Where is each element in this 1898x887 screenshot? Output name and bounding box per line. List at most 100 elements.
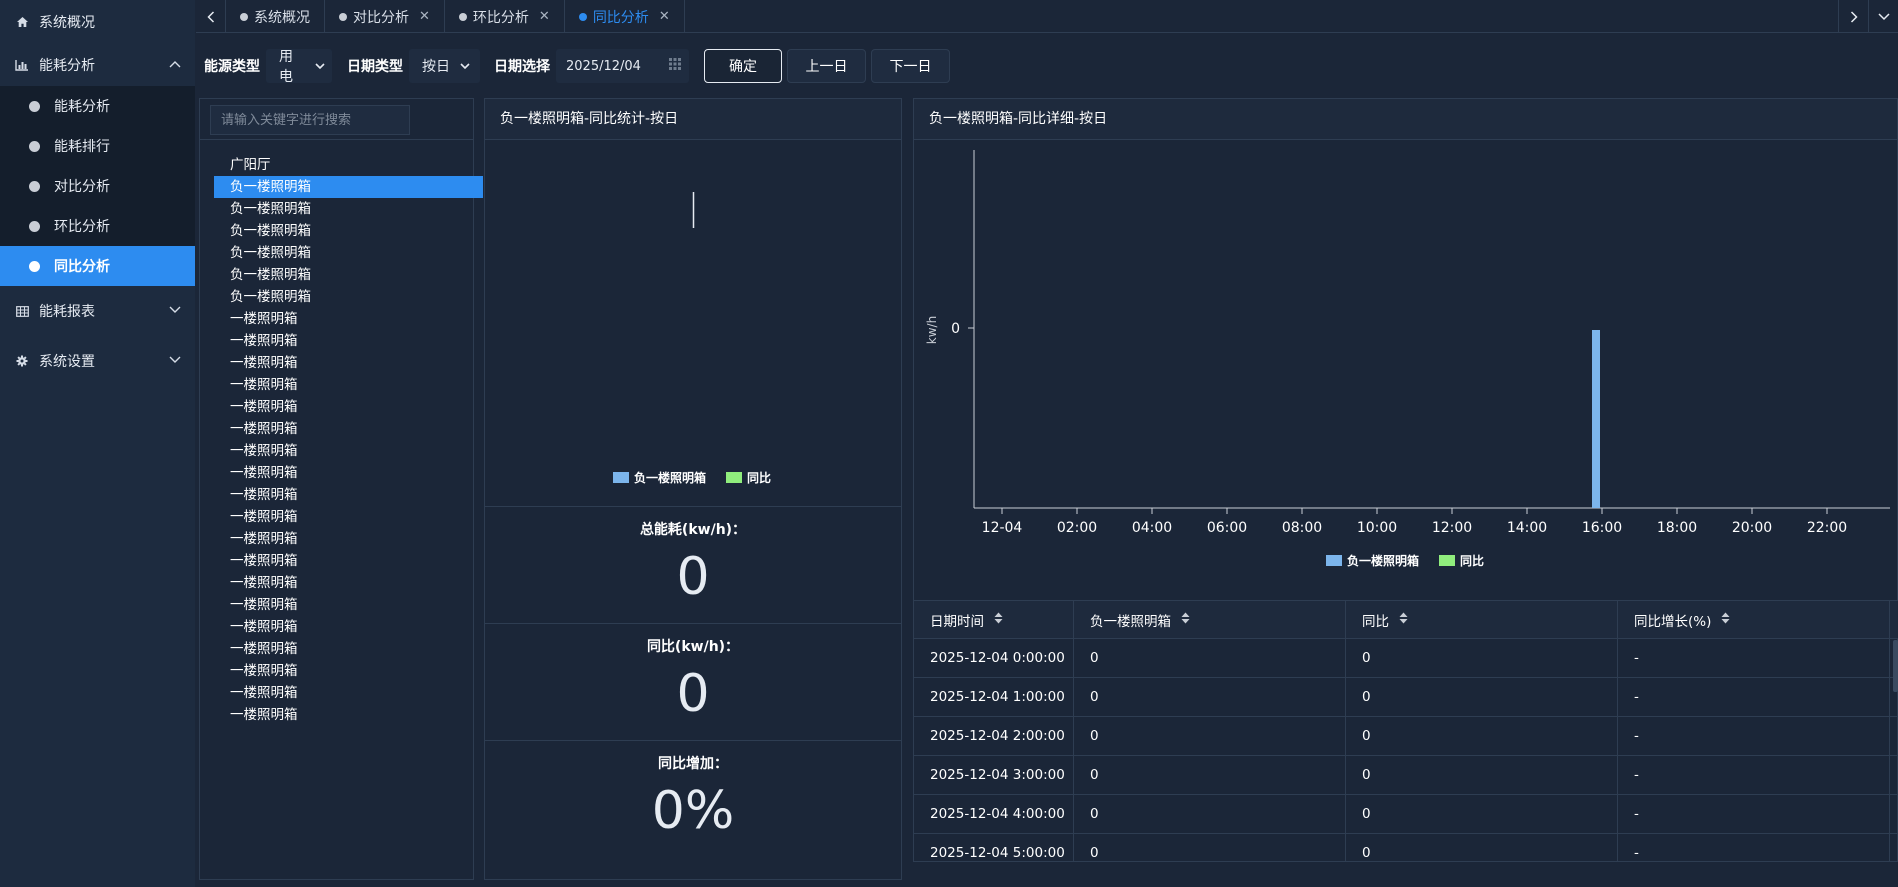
tree-item[interactable]: 负一楼照明箱 bbox=[214, 198, 483, 220]
tree-item[interactable]: 一楼照明箱 bbox=[214, 682, 483, 704]
table-cell: 0 bbox=[1346, 678, 1618, 716]
yoy-increase-stat: 同比增加： 0% bbox=[485, 740, 901, 880]
sidebar-item-energy-analysis[interactable]: 能耗分析 bbox=[0, 86, 195, 126]
table-row[interactable]: 2025-12-04 3:00:00 0 0- bbox=[914, 756, 1898, 795]
tree-item[interactable]: 一楼照明箱 bbox=[214, 440, 483, 462]
date-type-select[interactable]: 按日 bbox=[409, 49, 480, 83]
menu-energy-analysis[interactable]: 能耗分析 bbox=[0, 43, 195, 86]
chevron-up-icon bbox=[169, 60, 181, 70]
tree-item[interactable]: 负一楼照明箱 bbox=[214, 264, 483, 286]
chevron-down-icon bbox=[460, 58, 470, 74]
tab-label: 环比分析 bbox=[472, 9, 529, 26]
next-day-button[interactable]: 下一日 bbox=[871, 49, 950, 83]
dot-icon bbox=[29, 140, 40, 152]
x-tick-label: 08:00 bbox=[1282, 520, 1322, 536]
tab-spacer bbox=[685, 0, 1838, 32]
dot-icon bbox=[29, 180, 40, 192]
legend-item[interactable]: 负一楼照明箱 bbox=[613, 469, 706, 486]
close-icon[interactable]: ✕ bbox=[419, 9, 430, 24]
bar-series-1 bbox=[1592, 330, 1600, 508]
legend-label: 同比 bbox=[1460, 554, 1485, 568]
table-row[interactable]: 2025-12-04 5:00:00 0 0- bbox=[914, 834, 1898, 862]
dot-icon bbox=[29, 220, 40, 232]
legend-item[interactable]: 同比 bbox=[726, 469, 771, 486]
tab-scroll-right-button[interactable] bbox=[1838, 0, 1868, 33]
close-icon[interactable]: ✕ bbox=[539, 9, 550, 24]
sidebar: 系统概况 能耗分析 能耗分析 能耗排行 对比分析 环比分析 同比分析 能耗报表 … bbox=[0, 0, 195, 887]
yoy-increase-label: 同比增加： bbox=[658, 756, 728, 772]
calendar-icon bbox=[669, 58, 681, 74]
menu-system-overview[interactable]: 系统概况 bbox=[0, 0, 195, 43]
tree-item[interactable]: 负一楼照明箱 bbox=[214, 176, 483, 198]
table-cell: - bbox=[1618, 756, 1890, 794]
table-cell: 0 bbox=[1346, 795, 1618, 833]
legend-swatch bbox=[726, 472, 743, 483]
tab-menu-button[interactable] bbox=[1868, 0, 1898, 33]
column-header-datetime[interactable]: 日期时间 bbox=[914, 601, 1074, 638]
tree-item[interactable]: 一楼照明箱 bbox=[214, 352, 483, 374]
tab-mom[interactable]: 环比分析 ✕ bbox=[445, 0, 565, 33]
confirm-button[interactable]: 确定 bbox=[704, 49, 782, 83]
table-row[interactable]: 2025-12-04 4:00:00 0 0- bbox=[914, 795, 1898, 834]
tab-system-overview[interactable]: 系统概况 bbox=[226, 0, 325, 33]
table-cell: 2025-12-04 5:00:00 bbox=[914, 834, 1074, 862]
tree-item[interactable]: 一楼照明箱 bbox=[214, 550, 483, 572]
tree-item[interactable]: 负一楼照明箱 bbox=[214, 242, 483, 264]
sidebar-item-comparison[interactable]: 对比分析 bbox=[0, 166, 195, 206]
legend-item[interactable]: 同比 bbox=[1439, 552, 1484, 569]
column-header-label: 日期时间 bbox=[930, 613, 984, 630]
close-icon[interactable]: ✕ bbox=[659, 9, 670, 24]
tree-item[interactable]: 一楼照明箱 bbox=[214, 506, 483, 528]
panel-title: 负一楼照明箱-同比详细-按日 bbox=[914, 99, 1897, 140]
sidebar-item-yoy[interactable]: 同比分析 bbox=[0, 246, 195, 286]
sidebar-item-mom[interactable]: 环比分析 bbox=[0, 206, 195, 246]
tree-item[interactable]: 一楼照明箱 bbox=[214, 704, 483, 726]
date-picker-input[interactable]: 2025/12/04 bbox=[556, 49, 689, 83]
tree-item[interactable]: 一楼照明箱 bbox=[214, 572, 483, 594]
menu-system-settings[interactable]: 系统设置 bbox=[0, 336, 195, 386]
tree-item[interactable]: 一楼照明箱 bbox=[214, 594, 483, 616]
energy-type-select[interactable]: 用电 bbox=[266, 49, 332, 85]
menu-energy-report[interactable]: 能耗报表 bbox=[0, 286, 195, 336]
tree-item[interactable]: 负一楼照明箱 bbox=[214, 220, 483, 242]
tree-item[interactable]: 一楼照明箱 bbox=[214, 638, 483, 660]
tree-item[interactable]: 一楼照明箱 bbox=[214, 660, 483, 682]
chevron-down-icon bbox=[169, 306, 181, 316]
x-tick-label: 20:00 bbox=[1732, 520, 1772, 536]
divider bbox=[200, 139, 473, 140]
tree-item[interactable]: 一楼照明箱 bbox=[214, 374, 483, 396]
table-cell: 2025-12-04 2:00:00 bbox=[914, 717, 1074, 755]
tree-item[interactable]: 一楼照明箱 bbox=[214, 396, 483, 418]
tab-yoy[interactable]: 同比分析 ✕ bbox=[565, 0, 685, 33]
tab-comparison[interactable]: 对比分析 ✕ bbox=[325, 0, 445, 33]
tree-item[interactable]: 一楼照明箱 bbox=[214, 330, 483, 352]
legend-label: 负一楼照明箱 bbox=[1347, 554, 1420, 568]
tree-item[interactable]: 一楼照明箱 bbox=[214, 528, 483, 550]
tree-item[interactable]: 一楼照明箱 bbox=[214, 308, 483, 330]
legend-item[interactable]: 负一楼照明箱 bbox=[1326, 552, 1419, 569]
prev-day-button[interactable]: 上一日 bbox=[787, 49, 866, 83]
column-header-yoy[interactable]: 同比 bbox=[1346, 601, 1618, 638]
yoy-stat: 同比(kw/h)： 0 bbox=[485, 623, 901, 740]
tree-item[interactable]: 负一楼照明箱 bbox=[214, 286, 483, 308]
tab-scroll-left-button[interactable] bbox=[196, 0, 226, 33]
table-scrollbar[interactable] bbox=[1893, 640, 1898, 692]
sidebar-item-energy-ranking[interactable]: 能耗排行 bbox=[0, 126, 195, 166]
table-cell: 0 bbox=[1074, 678, 1346, 716]
column-header-device[interactable]: 负一楼照明箱 bbox=[1074, 601, 1346, 638]
yoy-increase-value: 0% bbox=[651, 781, 735, 841]
table-row[interactable]: 2025-12-04 0:00:00 0 0- bbox=[914, 639, 1898, 678]
column-header-yoy-growth[interactable]: 同比增长(%) bbox=[1618, 601, 1890, 638]
device-tree-panel: 广阳厅负一楼照明箱负一楼照明箱负一楼照明箱负一楼照明箱负一楼照明箱负一楼照明箱一… bbox=[199, 98, 483, 880]
tree-item[interactable]: 一楼照明箱 bbox=[214, 462, 483, 484]
tree-item[interactable]: 一楼照明箱 bbox=[214, 418, 483, 440]
table-row[interactable]: 2025-12-04 2:00:00 0 0- bbox=[914, 717, 1898, 756]
date-value: 2025/12/04 bbox=[566, 58, 641, 74]
table-cell: 2025-12-04 0:00:00 bbox=[914, 639, 1074, 677]
table-row[interactable]: 2025-12-04 1:00:00 0 0- bbox=[914, 678, 1898, 717]
search-input[interactable] bbox=[210, 105, 410, 135]
tree-item[interactable]: 广阳厅 bbox=[214, 154, 483, 176]
tree-item[interactable]: 一楼照明箱 bbox=[214, 616, 483, 638]
detail-table: 日期时间 负一楼照明箱 同比 同比增长(%) 2025-12-04 0:00:0… bbox=[914, 600, 1898, 862]
tree-item[interactable]: 一楼照明箱 bbox=[214, 484, 483, 506]
